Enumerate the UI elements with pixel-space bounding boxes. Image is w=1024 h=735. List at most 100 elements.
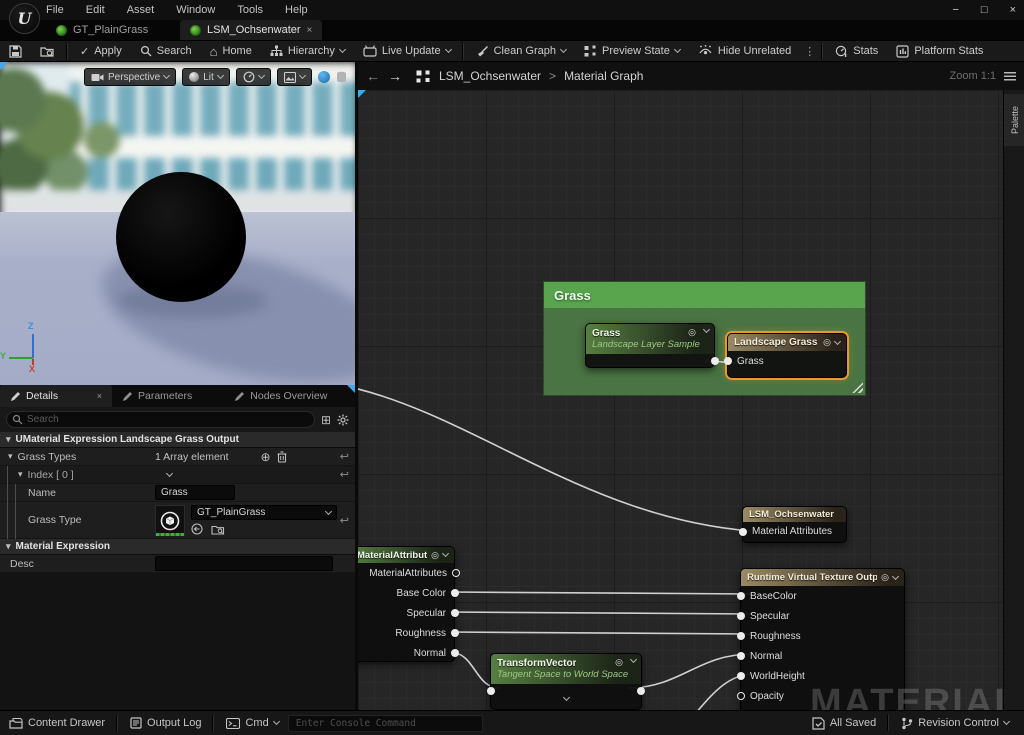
tab-gt-plaingrass[interactable]: GT_PlainGrass — [46, 20, 158, 40]
clean-graph-button[interactable]: Clean Graph — [467, 40, 575, 62]
input-pin[interactable] — [737, 652, 745, 660]
close-icon[interactable]: × — [97, 391, 102, 401]
reset-to-default-icon[interactable]: ↩ — [340, 468, 349, 481]
preview-mesh-sphere[interactable] — [116, 172, 246, 302]
details-search-input[interactable] — [6, 411, 315, 428]
hide-unrelated-button[interactable]: Hide Unrelated — [689, 40, 800, 62]
menu-help[interactable]: Help — [285, 4, 308, 16]
input-pin[interactable] — [737, 672, 745, 680]
chevron-down-icon[interactable] — [630, 656, 637, 663]
input-pin[interactable] — [739, 528, 747, 536]
hierarchy-button[interactable]: Hierarchy — [261, 40, 354, 62]
lit-dropdown[interactable]: Lit — [182, 68, 230, 86]
console-command-input[interactable] — [288, 715, 483, 732]
chevron-down-icon[interactable] — [703, 326, 710, 333]
maximize-button[interactable]: □ — [981, 4, 988, 16]
content-drawer-button[interactable]: Content Drawer — [0, 712, 114, 734]
browse-to-asset-button[interactable] — [31, 40, 64, 62]
tab-nodes-overview[interactable]: Nodes Overview — [224, 385, 337, 407]
preview-toggle-icon[interactable]: ◎ — [881, 572, 889, 583]
output-pin[interactable] — [451, 609, 459, 617]
input-pin[interactable] — [724, 357, 732, 365]
collapse-icon[interactable]: ▾ — [8, 451, 13, 462]
preview-state-button[interactable]: Preview State — [575, 40, 689, 62]
use-selected-asset-icon[interactable] — [191, 523, 203, 535]
name-input[interactable] — [155, 485, 235, 500]
node-lsm-ochsenwater[interactable]: LSM_Ochsenwater Material Attributes — [742, 506, 847, 543]
settings-gear-icon[interactable] — [337, 414, 349, 426]
search-button[interactable]: Search — [131, 40, 201, 62]
output-pin[interactable] — [637, 687, 645, 695]
graph-menu-icon[interactable] — [1004, 72, 1016, 81]
menu-file[interactable]: File — [46, 4, 64, 16]
tab-close-icon[interactable]: × — [307, 25, 313, 36]
tab-parameters[interactable]: Parameters — [112, 385, 202, 407]
output-pin[interactable] — [451, 589, 459, 597]
output-pin[interactable] — [451, 649, 459, 657]
browse-asset-icon[interactable] — [211, 524, 225, 535]
all-saved-button[interactable]: All Saved — [803, 712, 885, 734]
row-grass-types[interactable]: ▾ Grass Types 1 Array element ⊕ ↩ — [0, 448, 355, 466]
nav-forward-icon[interactable]: → — [388, 68, 402, 84]
row-index-0[interactable]: ▾ Index [ 0 ] ↩ — [0, 466, 355, 484]
cmd-dropdown[interactable]: Cmd — [217, 712, 287, 734]
reset-to-default-icon[interactable]: ↩ — [340, 514, 349, 527]
menu-window[interactable]: Window — [176, 4, 215, 16]
chevron-down-icon[interactable] — [442, 550, 449, 557]
tab-lsm-ochsenwater[interactable]: LSM_Ochsenwater × — [180, 20, 322, 40]
preview-toggle-icon[interactable]: ◎ — [688, 327, 696, 338]
chevron-down-icon[interactable] — [834, 337, 841, 344]
input-pin[interactable] — [737, 592, 745, 600]
tab-palette[interactable]: Palette — [1004, 94, 1024, 146]
preview-viewport[interactable]: Z Y X Perspective Lit — [0, 62, 358, 385]
input-pin[interactable] — [737, 612, 745, 620]
comment-title[interactable]: Grass — [544, 282, 865, 308]
unreal-logo[interactable]: U — [9, 3, 40, 34]
output-log-button[interactable]: Output Log — [121, 712, 210, 734]
preview-shape-cylinder-button[interactable] — [336, 70, 347, 84]
section-umaterial-expression[interactable]: ▾ UMaterial Expression Landscape Grass O… — [0, 432, 355, 448]
output-pin[interactable] — [711, 357, 719, 365]
minimize-button[interactable]: − — [952, 4, 958, 16]
show-flags-dropdown[interactable] — [236, 68, 271, 86]
tab-details[interactable]: Details × — [0, 385, 112, 407]
collapse-icon[interactable]: ▾ — [18, 469, 23, 480]
revision-control-button[interactable]: Revision Control — [892, 712, 1018, 734]
chevron-down-icon[interactable] — [892, 572, 899, 579]
node-material-attributes[interactable]: MaterialAttributes ◎ MaterialAttributes … — [358, 546, 455, 662]
platform-stats-button[interactable]: Platform Stats — [887, 40, 992, 62]
output-pin[interactable] — [451, 629, 459, 637]
trash-icon[interactable] — [277, 451, 287, 463]
close-button[interactable]: × — [1010, 4, 1016, 16]
node-landscape-grass[interactable]: Landscape Grass ◎ Grass — [727, 333, 847, 378]
add-element-icon[interactable]: ⊕ — [261, 450, 271, 464]
node-transform-vector[interactable]: TransformVector Tangent Space to World S… — [490, 653, 642, 710]
comment-resize-handle[interactable] — [852, 382, 863, 393]
expand-node-icon[interactable] — [562, 694, 569, 701]
input-pin[interactable] — [737, 632, 745, 640]
stats-button[interactable]: Stats — [826, 40, 887, 62]
desc-input[interactable] — [155, 556, 333, 571]
apply-button[interactable]: ✓ Apply — [71, 40, 131, 62]
preview-toggle-icon[interactable]: ◎ — [823, 337, 831, 348]
input-pin[interactable] — [737, 692, 745, 700]
asset-thumbnail[interactable] — [155, 505, 185, 536]
breadcrumb-root[interactable]: LSM_Ochsenwater — [439, 69, 541, 83]
reset-to-default-icon[interactable]: ↩ — [340, 450, 349, 463]
preview-toggle-icon[interactable]: ◎ — [615, 657, 623, 668]
graph-canvas[interactable]: Grass Grass — [358, 90, 1003, 710]
preview-shape-sphere-button[interactable] — [318, 70, 330, 84]
menu-tools[interactable]: Tools — [237, 4, 263, 16]
home-button[interactable]: ⌂ Home — [201, 40, 261, 62]
grass-type-dropdown[interactable]: GT_PlainGrass — [191, 505, 337, 520]
element-dropdown-icon[interactable] — [166, 469, 173, 476]
save-button[interactable] — [0, 40, 31, 62]
menu-asset[interactable]: Asset — [127, 4, 155, 16]
screenshot-dropdown[interactable] — [277, 68, 312, 86]
perspective-dropdown[interactable]: Perspective — [84, 68, 176, 86]
menu-edit[interactable]: Edit — [86, 4, 105, 16]
section-material-expression[interactable]: ▾ Material Expression — [0, 539, 355, 555]
output-pin[interactable] — [452, 569, 460, 577]
preview-toggle-icon[interactable]: ◎ — [431, 550, 439, 561]
nav-back-icon[interactable]: ← — [366, 68, 380, 84]
